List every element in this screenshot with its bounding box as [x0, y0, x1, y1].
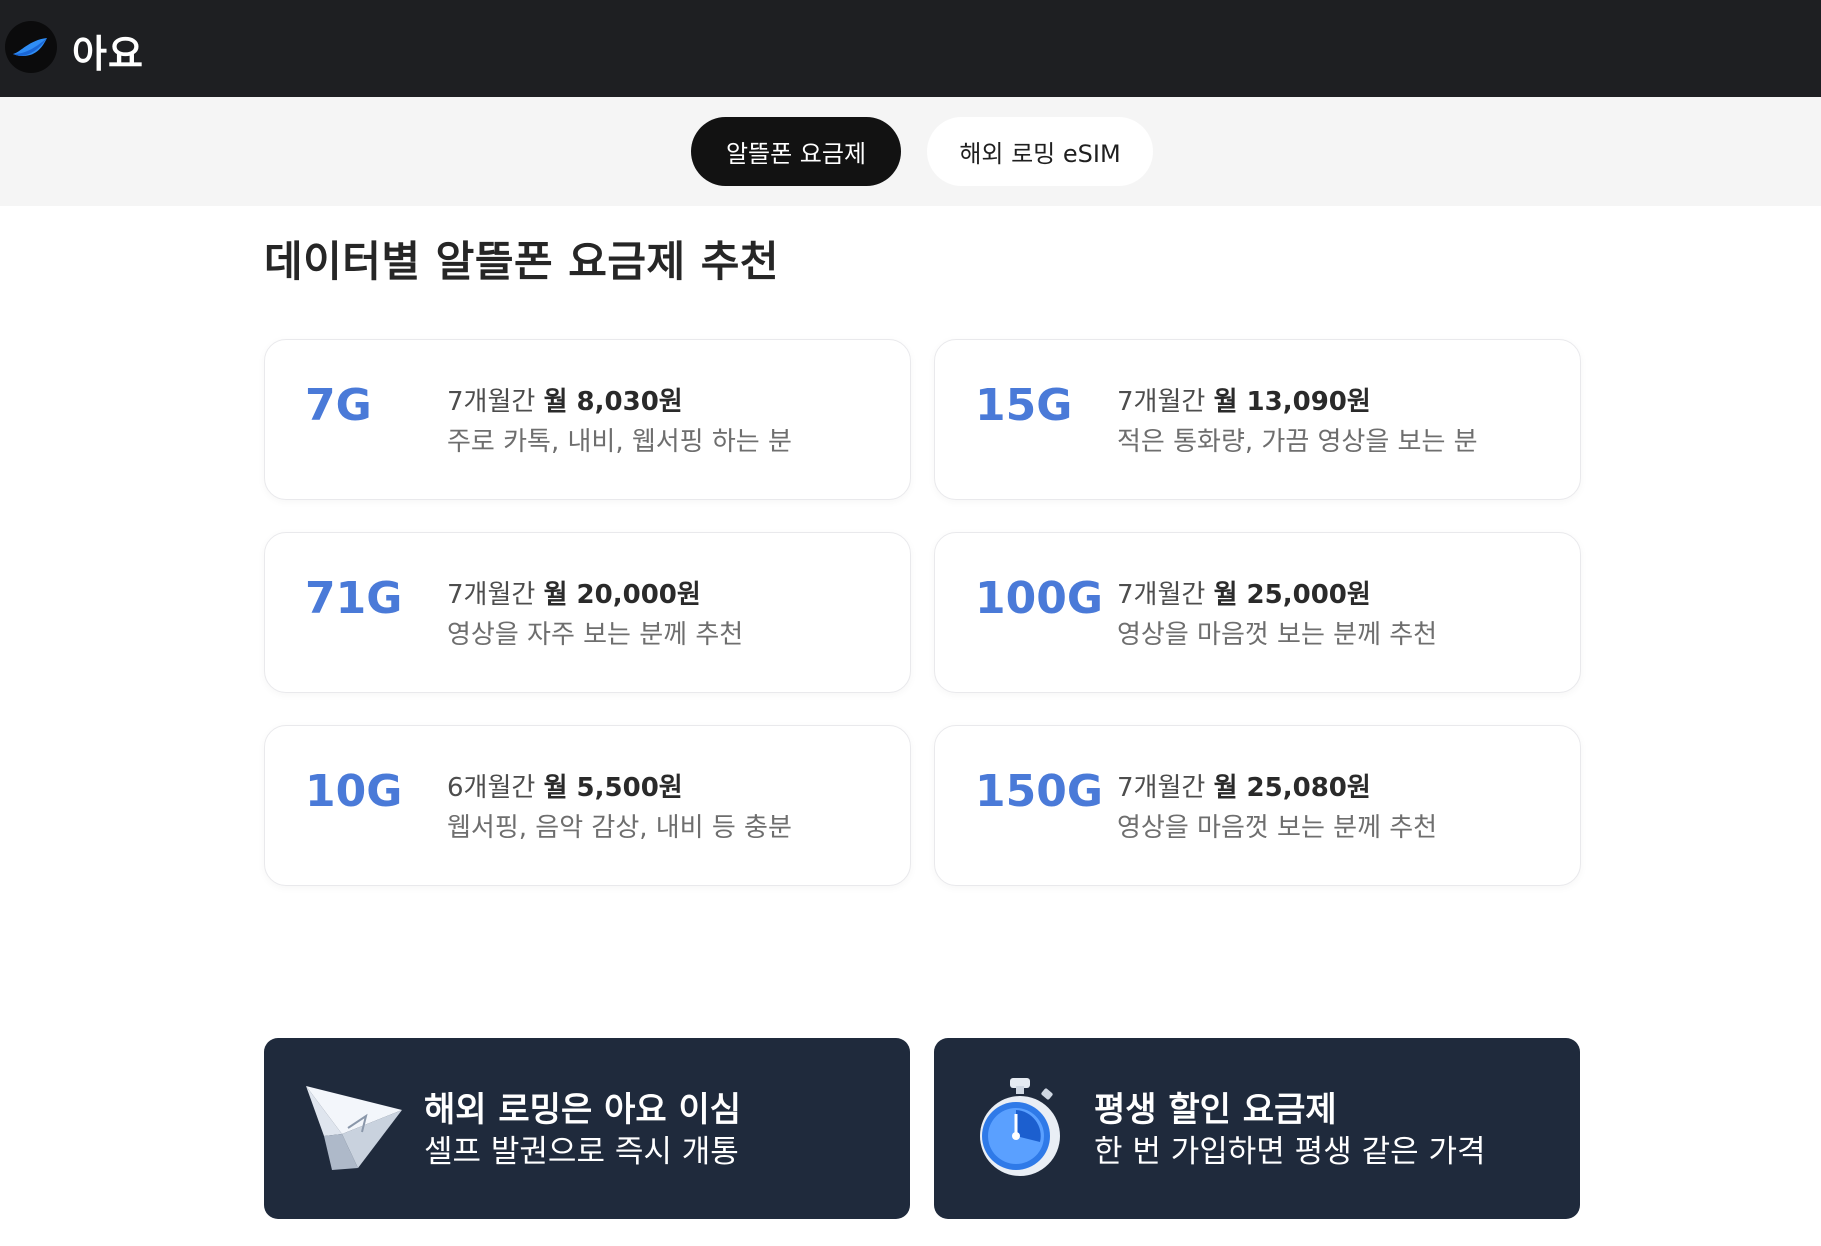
section-title: 데이터별 알뜰폰 요금제 추천: [264, 237, 780, 286]
plan-price: 월 25,000원: [1213, 580, 1371, 610]
plan-period: 7개월간: [1117, 580, 1206, 610]
plan-period: 7개월간: [447, 387, 536, 417]
plan-card[interactable]: 7G 7개월간 월 8,030원 주로 카톡, 내비, 웹서핑 하는 분: [264, 339, 911, 500]
plan-card[interactable]: 150G 7개월간 월 25,080원 영상을 마음껏 보는 분께 추천: [934, 725, 1581, 886]
plan-price: 월 20,000원: [543, 580, 701, 610]
plan-data-amount: 15G: [975, 380, 1073, 431]
tab-mvno-plans[interactable]: 알뜰폰 요금제: [691, 117, 901, 186]
plan-description: 영상을 마음껏 보는 분께 추천: [1117, 620, 1438, 650]
plan-price: 월 8,030원: [543, 387, 683, 417]
plan-period: 7개월간: [1117, 773, 1206, 803]
stopwatch-icon: [972, 1076, 1072, 1188]
plan-price-line: 7개월간 월 25,080원: [1117, 767, 1371, 804]
plan-card[interactable]: 100G 7개월간 월 25,000원 영상을 마음껏 보는 분께 추천: [934, 532, 1581, 693]
plan-description: 영상을 자주 보는 분께 추천: [447, 620, 744, 650]
promo-subtitle: 셀프 발권으로 즉시 개통: [424, 1134, 739, 1170]
plan-price-line: 7개월간 월 25,000원: [1117, 574, 1371, 611]
promo-title: 평생 할인 요금제: [1094, 1090, 1337, 1130]
plan-card[interactable]: 15G 7개월간 월 13,090원 적은 통화량, 가끔 영상을 보는 분: [934, 339, 1581, 500]
promo-title: 해외 로밍은 아요 이심: [424, 1090, 742, 1130]
top-bar: 아요: [0, 0, 1821, 97]
tab-roaming-esim[interactable]: 해외 로밍 eSIM: [927, 117, 1153, 186]
plan-data-amount: 71G: [305, 573, 403, 624]
plan-data-amount: 150G: [975, 766, 1103, 817]
plan-price: 월 5,500원: [543, 773, 683, 803]
plan-data-amount: 10G: [305, 766, 403, 817]
brand-name[interactable]: 아요: [72, 23, 144, 78]
paper-plane-icon: [302, 1076, 406, 1180]
plan-description: 웹서핑, 음악 감상, 내비 등 충분: [447, 813, 792, 843]
plan-period: 7개월간: [1117, 387, 1206, 417]
plan-description: 적은 통화량, 가끔 영상을 보는 분: [1117, 427, 1478, 457]
plan-data-amount: 100G: [975, 573, 1103, 624]
plan-card[interactable]: 71G 7개월간 월 20,000원 영상을 자주 보는 분께 추천: [264, 532, 911, 693]
plan-price-line: 7개월간 월 8,030원: [447, 381, 683, 418]
plan-period: 7개월간: [447, 580, 536, 610]
promo-subtitle: 한 번 가입하면 평생 같은 가격: [1094, 1134, 1486, 1170]
plan-price-line: 7개월간 월 13,090원: [1117, 381, 1371, 418]
promo-lifetime-discount-banner[interactable]: 평생 할인 요금제 한 번 가입하면 평생 같은 가격: [934, 1038, 1580, 1219]
promo-roaming-banner[interactable]: 해외 로밍은 아요 이심 셀프 발권으로 즉시 개통: [264, 1038, 910, 1219]
plan-price-line: 6개월간 월 5,500원: [447, 767, 683, 804]
plan-price: 월 25,080원: [1213, 773, 1371, 803]
plan-price: 월 13,090원: [1213, 387, 1371, 417]
plan-period: 6개월간: [447, 773, 536, 803]
plan-card[interactable]: 10G 6개월간 월 5,500원 웹서핑, 음악 감상, 내비 등 충분: [264, 725, 911, 886]
wing-logo-icon[interactable]: [5, 21, 57, 73]
plan-data-amount: 7G: [305, 380, 372, 431]
tab-bar: 알뜰폰 요금제 해외 로밍 eSIM: [0, 97, 1821, 206]
plan-description: 주로 카톡, 내비, 웹서핑 하는 분: [447, 427, 792, 457]
plan-description: 영상을 마음껏 보는 분께 추천: [1117, 813, 1438, 843]
plan-price-line: 7개월간 월 20,000원: [447, 574, 701, 611]
